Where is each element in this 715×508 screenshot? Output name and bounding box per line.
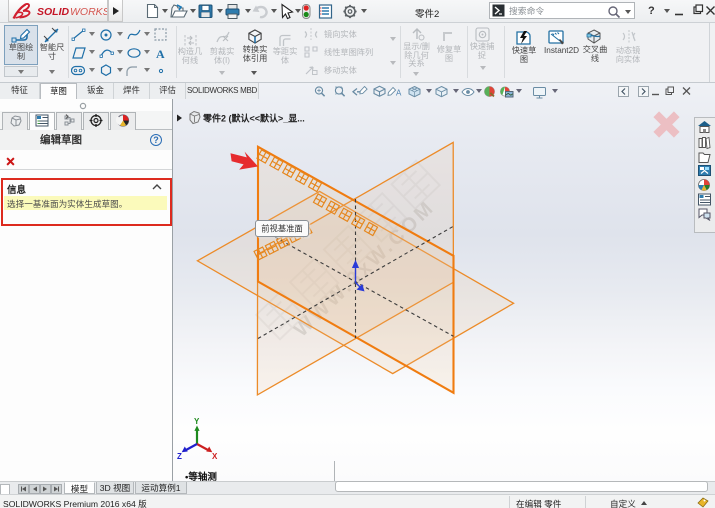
svg-text:WORKS: WORKS [70, 6, 107, 18]
svg-text:零件2 (默认<<默认>_显...: 零件2 (默认<<默认>_显... [202, 113, 305, 124]
svg-text:•等轴测: •等轴测 [185, 471, 217, 481]
svg-text:X: X [212, 452, 218, 461]
svg-text:Y: Y [194, 417, 200, 426]
svg-text:A: A [156, 47, 165, 61]
svg-text:前视基准面: 前视基准面 [261, 224, 303, 234]
svg-text:Z: Z [177, 452, 182, 461]
svg-text:A: A [396, 88, 402, 97]
svg-text:SOLID: SOLID [37, 6, 70, 18]
